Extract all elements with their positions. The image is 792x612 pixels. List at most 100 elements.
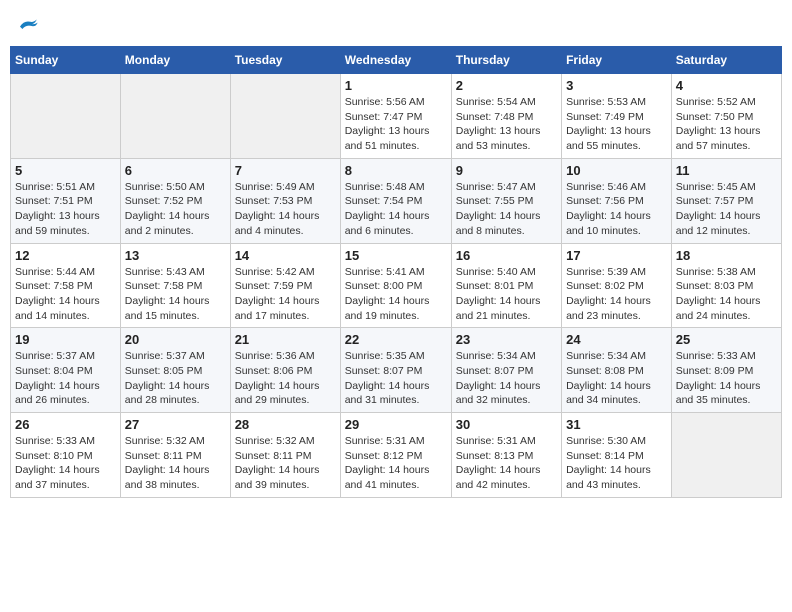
- day-info: Sunrise: 5:52 AM Sunset: 7:50 PM Dayligh…: [676, 95, 777, 154]
- calendar-day-cell: 7 Sunrise: 5:49 AM Sunset: 7:53 PM Daylig…: [230, 158, 340, 243]
- day-info: Sunrise: 5:33 AM Sunset: 8:09 PM Dayligh…: [676, 349, 777, 408]
- day-number: 26: [15, 417, 116, 432]
- day-number: 20: [125, 332, 226, 347]
- day-number: 1: [345, 78, 447, 93]
- calendar-day-cell: 27 Sunrise: 5:32 AM Sunset: 8:11 PM Dayli…: [120, 413, 230, 498]
- page-header: [10, 10, 782, 40]
- day-header-friday: Friday: [562, 47, 672, 74]
- day-info: Sunrise: 5:30 AM Sunset: 8:14 PM Dayligh…: [566, 434, 667, 493]
- day-info: Sunrise: 5:34 AM Sunset: 8:08 PM Dayligh…: [566, 349, 667, 408]
- calendar-day-cell: 20Sunrise: 5:37 AM Sunset: 8:05 PM Dayli…: [120, 328, 230, 413]
- day-number: 29: [345, 417, 447, 432]
- calendar-day-cell: 29 Sunrise: 5:31 AM Sunset: 8:12 PM Dayli…: [340, 413, 451, 498]
- day-number: 6: [125, 163, 226, 178]
- calendar-week-row: 1 Sunrise: 5:56 AM Sunset: 7:47 PM Daylig…: [11, 74, 782, 159]
- day-number: 7: [235, 163, 336, 178]
- day-info: Sunrise: 5:53 AM Sunset: 7:49 PM Dayligh…: [566, 95, 667, 154]
- calendar-day-cell: 2Sunrise: 5:54 AM Sunset: 7:48 PM Daylig…: [451, 74, 561, 159]
- calendar-day-cell: 16 Sunrise: 5:40 AM Sunset: 8:01 PM Dayli…: [451, 243, 561, 328]
- day-info: Sunrise: 5:40 AM Sunset: 8:01 PM Dayligh…: [456, 265, 557, 324]
- calendar-day-cell: 26 Sunrise: 5:33 AM Sunset: 8:10 PM Dayli…: [11, 413, 121, 498]
- logo-general-text: [14, 16, 40, 34]
- day-info: Sunrise: 5:51 AM Sunset: 7:51 PM Dayligh…: [15, 180, 116, 239]
- calendar-day-cell: 22Sunrise: 5:35 AM Sunset: 8:07 PM Dayli…: [340, 328, 451, 413]
- day-number: 31: [566, 417, 667, 432]
- day-number: 17: [566, 248, 667, 263]
- day-number: 22: [345, 332, 447, 347]
- day-info: Sunrise: 5:31 AM Sunset: 8:12 PM Dayligh…: [345, 434, 447, 493]
- calendar-day-cell: 30 Sunrise: 5:31 AM Sunset: 8:13 PM Dayli…: [451, 413, 561, 498]
- day-number: 16: [456, 248, 557, 263]
- day-number: 9: [456, 163, 557, 178]
- calendar-day-cell: 15 Sunrise: 5:41 AM Sunset: 8:00 PM Dayli…: [340, 243, 451, 328]
- day-info: Sunrise: 5:33 AM Sunset: 8:10 PM Dayligh…: [15, 434, 116, 493]
- calendar-day-cell: 5Sunrise: 5:51 AM Sunset: 7:51 PM Daylig…: [11, 158, 121, 243]
- calendar-day-cell: 24 Sunrise: 5:34 AM Sunset: 8:08 PM Dayli…: [562, 328, 672, 413]
- logo: [14, 16, 40, 34]
- calendar-day-cell: 17 Sunrise: 5:39 AM Sunset: 8:02 PM Dayli…: [562, 243, 672, 328]
- day-info: Sunrise: 5:31 AM Sunset: 8:13 PM Dayligh…: [456, 434, 557, 493]
- day-info: Sunrise: 5:45 AM Sunset: 7:57 PM Dayligh…: [676, 180, 777, 239]
- day-number: 27: [125, 417, 226, 432]
- day-number: 13: [125, 248, 226, 263]
- day-info: Sunrise: 5:47 AM Sunset: 7:55 PM Dayligh…: [456, 180, 557, 239]
- calendar-day-cell: 11 Sunrise: 5:45 AM Sunset: 7:57 PM Dayli…: [671, 158, 781, 243]
- calendar-header-row: SundayMondayTuesdayWednesdayThursdayFrid…: [11, 47, 782, 74]
- day-info: Sunrise: 5:48 AM Sunset: 7:54 PM Dayligh…: [345, 180, 447, 239]
- day-info: Sunrise: 5:46 AM Sunset: 7:56 PM Dayligh…: [566, 180, 667, 239]
- day-number: 15: [345, 248, 447, 263]
- day-info: Sunrise: 5:42 AM Sunset: 7:59 PM Dayligh…: [235, 265, 336, 324]
- calendar-table: SundayMondayTuesdayWednesdayThursdayFrid…: [10, 46, 782, 498]
- calendar-day-cell: 1 Sunrise: 5:56 AM Sunset: 7:47 PM Daylig…: [340, 74, 451, 159]
- bird-icon: [16, 16, 40, 34]
- calendar-day-cell: 3 Sunrise: 5:53 AM Sunset: 7:49 PM Daylig…: [562, 74, 672, 159]
- day-info: Sunrise: 5:41 AM Sunset: 8:00 PM Dayligh…: [345, 265, 447, 324]
- day-info: Sunrise: 5:32 AM Sunset: 8:11 PM Dayligh…: [125, 434, 226, 493]
- day-number: 8: [345, 163, 447, 178]
- calendar-day-cell: 23 Sunrise: 5:34 AM Sunset: 8:07 PM Dayli…: [451, 328, 561, 413]
- calendar-week-row: 12 Sunrise: 5:44 AM Sunset: 7:58 PM Dayli…: [11, 243, 782, 328]
- calendar-empty-cell: [120, 74, 230, 159]
- calendar-day-cell: 25 Sunrise: 5:33 AM Sunset: 8:09 PM Dayli…: [671, 328, 781, 413]
- day-info: Sunrise: 5:56 AM Sunset: 7:47 PM Dayligh…: [345, 95, 447, 154]
- day-header-thursday: Thursday: [451, 47, 561, 74]
- calendar-day-cell: 18Sunrise: 5:38 AM Sunset: 8:03 PM Dayli…: [671, 243, 781, 328]
- day-info: Sunrise: 5:43 AM Sunset: 7:58 PM Dayligh…: [125, 265, 226, 324]
- day-header-monday: Monday: [120, 47, 230, 74]
- day-header-sunday: Sunday: [11, 47, 121, 74]
- day-number: 23: [456, 332, 557, 347]
- calendar-week-row: 19Sunrise: 5:37 AM Sunset: 8:04 PM Dayli…: [11, 328, 782, 413]
- calendar-week-row: 26 Sunrise: 5:33 AM Sunset: 8:10 PM Dayli…: [11, 413, 782, 498]
- calendar-day-cell: 8 Sunrise: 5:48 AM Sunset: 7:54 PM Daylig…: [340, 158, 451, 243]
- day-header-wednesday: Wednesday: [340, 47, 451, 74]
- calendar-day-cell: 13 Sunrise: 5:43 AM Sunset: 7:58 PM Dayli…: [120, 243, 230, 328]
- day-number: 10: [566, 163, 667, 178]
- calendar-day-cell: 28Sunrise: 5:32 AM Sunset: 8:11 PM Dayli…: [230, 413, 340, 498]
- day-header-tuesday: Tuesday: [230, 47, 340, 74]
- day-number: 2: [456, 78, 557, 93]
- calendar-day-cell: 12 Sunrise: 5:44 AM Sunset: 7:58 PM Dayli…: [11, 243, 121, 328]
- day-info: Sunrise: 5:44 AM Sunset: 7:58 PM Dayligh…: [15, 265, 116, 324]
- day-info: Sunrise: 5:36 AM Sunset: 8:06 PM Dayligh…: [235, 349, 336, 408]
- calendar-day-cell: 6 Sunrise: 5:50 AM Sunset: 7:52 PM Daylig…: [120, 158, 230, 243]
- day-number: 30: [456, 417, 557, 432]
- calendar-empty-cell: [671, 413, 781, 498]
- calendar-day-cell: 31 Sunrise: 5:30 AM Sunset: 8:14 PM Dayli…: [562, 413, 672, 498]
- day-number: 3: [566, 78, 667, 93]
- day-info: Sunrise: 5:50 AM Sunset: 7:52 PM Dayligh…: [125, 180, 226, 239]
- day-info: Sunrise: 5:39 AM Sunset: 8:02 PM Dayligh…: [566, 265, 667, 324]
- day-number: 25: [676, 332, 777, 347]
- day-number: 21: [235, 332, 336, 347]
- day-number: 28: [235, 417, 336, 432]
- calendar-week-row: 5Sunrise: 5:51 AM Sunset: 7:51 PM Daylig…: [11, 158, 782, 243]
- day-number: 18: [676, 248, 777, 263]
- day-info: Sunrise: 5:34 AM Sunset: 8:07 PM Dayligh…: [456, 349, 557, 408]
- day-number: 12: [15, 248, 116, 263]
- calendar-day-cell: 4Sunrise: 5:52 AM Sunset: 7:50 PM Daylig…: [671, 74, 781, 159]
- day-number: 24: [566, 332, 667, 347]
- calendar-empty-cell: [11, 74, 121, 159]
- day-info: Sunrise: 5:49 AM Sunset: 7:53 PM Dayligh…: [235, 180, 336, 239]
- calendar-day-cell: 9 Sunrise: 5:47 AM Sunset: 7:55 PM Daylig…: [451, 158, 561, 243]
- calendar-empty-cell: [230, 74, 340, 159]
- day-number: 11: [676, 163, 777, 178]
